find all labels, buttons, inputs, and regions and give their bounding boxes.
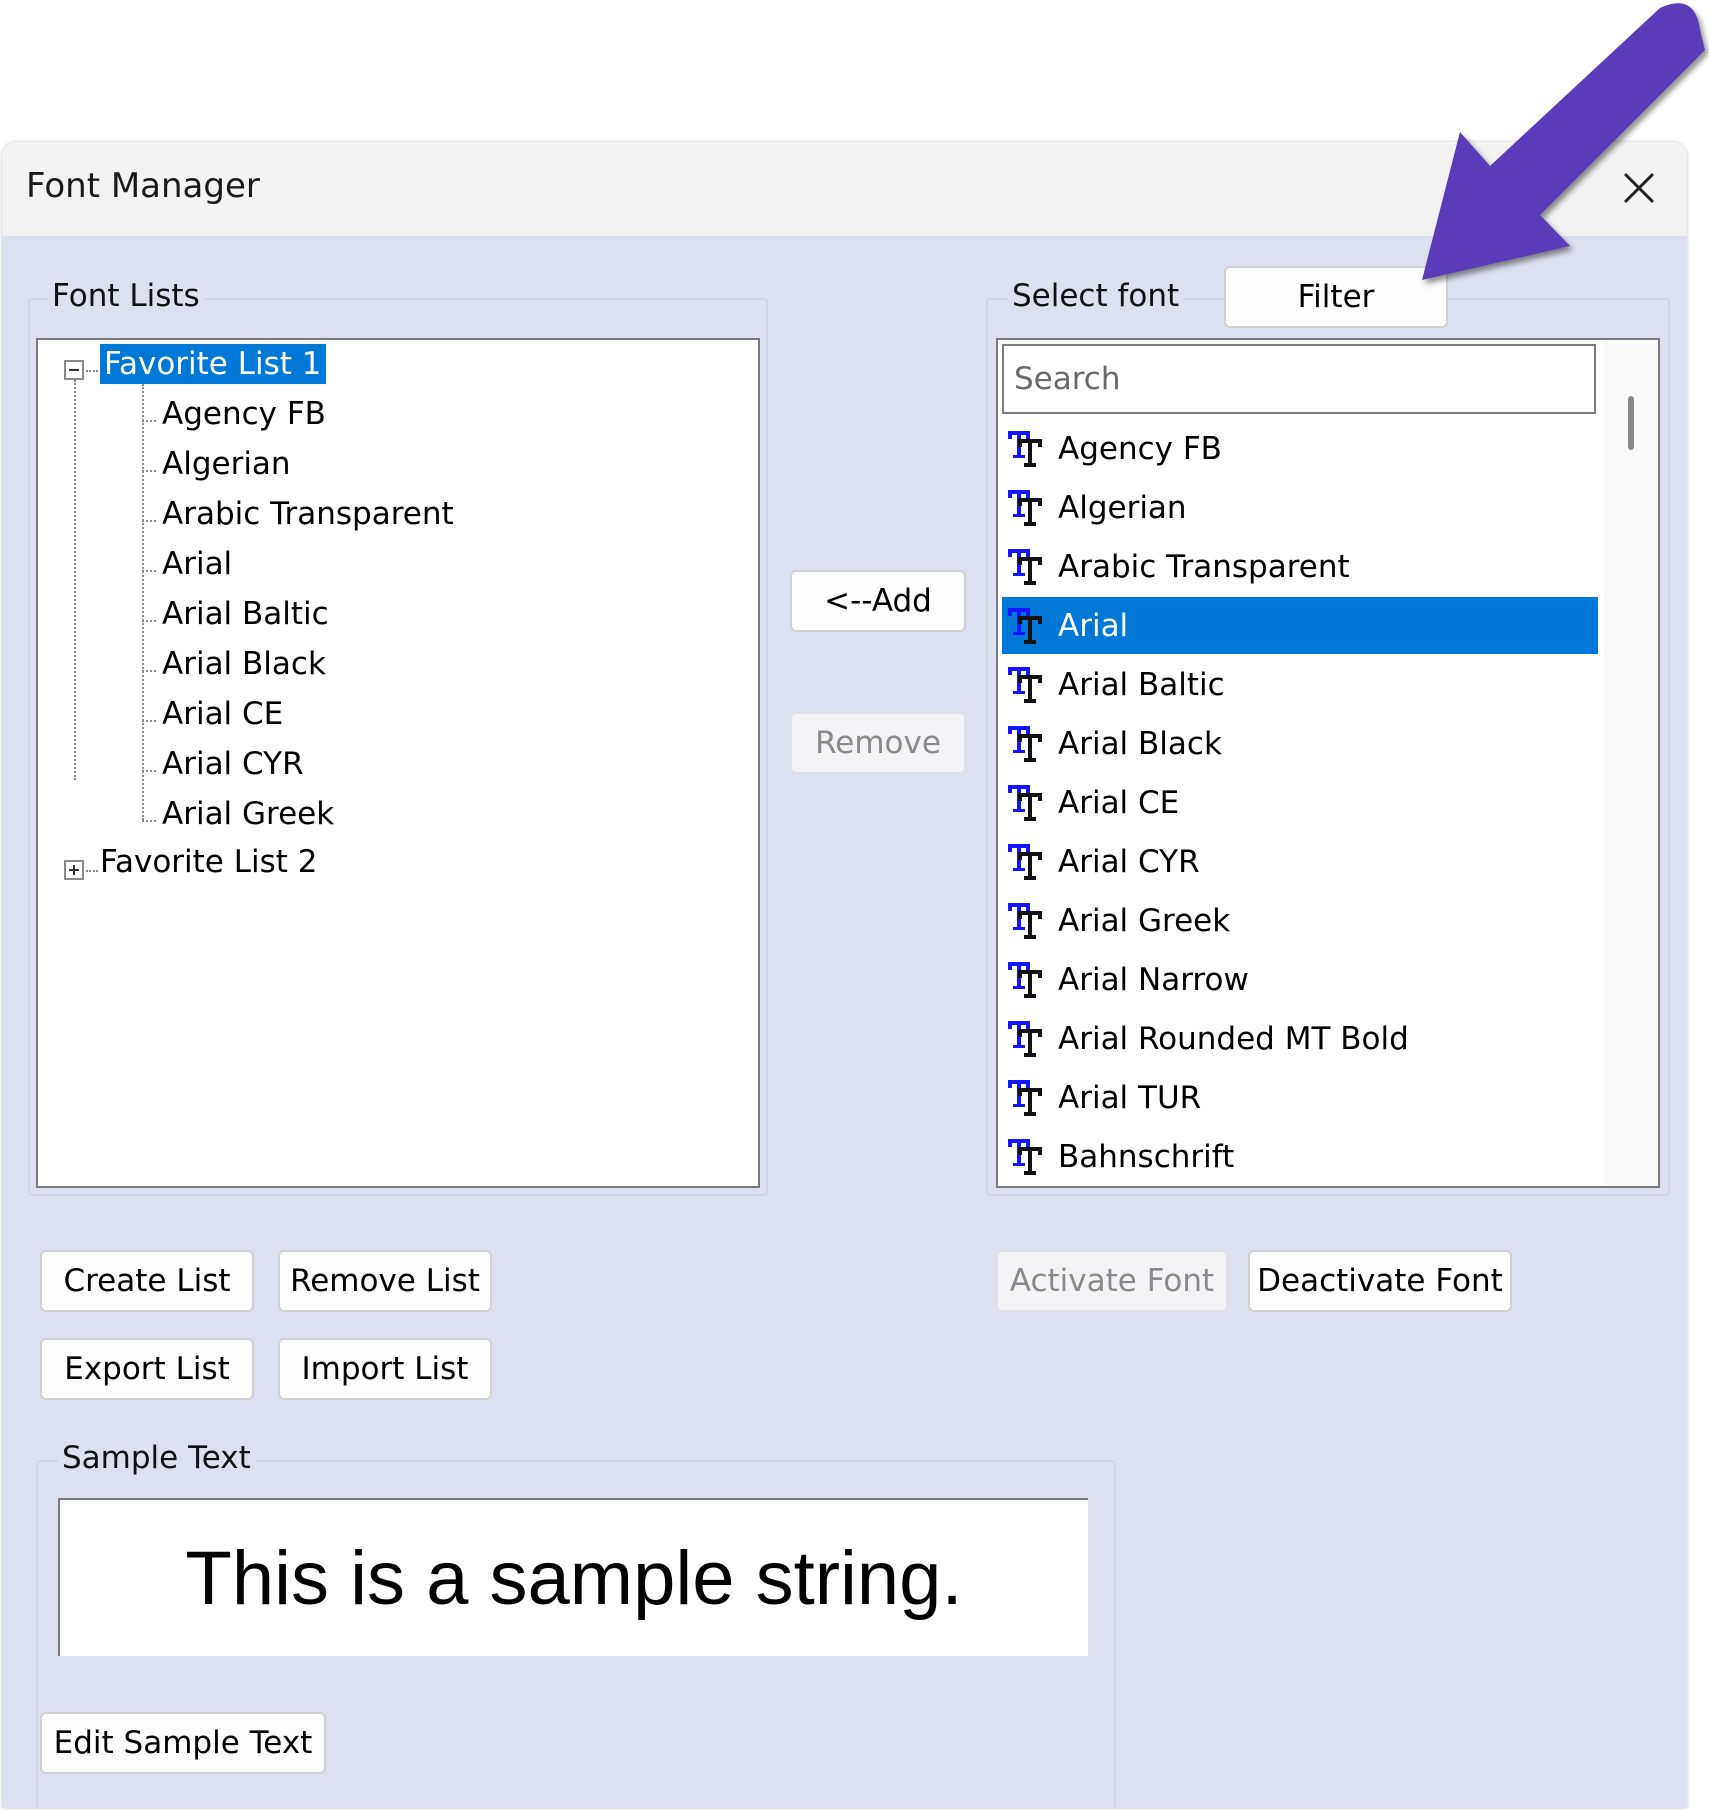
tree-connector (142, 520, 156, 522)
tree-connector (86, 370, 98, 372)
import-list-button[interactable]: Import List (278, 1338, 492, 1400)
font-list-item[interactable]: Arial TUR (1002, 1069, 1598, 1126)
tree-connector (142, 384, 144, 820)
tree-item-font[interactable]: Algerian (162, 446, 291, 482)
font-list-item[interactable]: Agency FB (1002, 420, 1598, 477)
tree-item-font[interactable]: Arial Black (162, 646, 326, 682)
truetype-font-icon (1008, 843, 1042, 880)
font-list-item[interactable]: Arial CE (1002, 774, 1598, 831)
font-list-item[interactable]: Arial Greek (1002, 892, 1598, 949)
remove-list-button[interactable]: Remove List (278, 1250, 492, 1312)
tree-node-list[interactable]: Favorite List 2 (100, 844, 318, 880)
font-list-item[interactable]: Arabic Transparent (1002, 538, 1598, 595)
tree-connector (142, 720, 156, 722)
tree-connector (86, 870, 98, 872)
add-button[interactable]: <--Add (790, 570, 966, 632)
font-list-item-label: Arial (1058, 607, 1129, 644)
font-manager-window: Font Manager Font Lists Favorite List 1A… (2, 142, 1687, 1808)
font-list-item-label: Arial Black (1058, 725, 1222, 762)
search-input[interactable] (1002, 344, 1596, 414)
font-list-item-label: Arial Baltic (1058, 666, 1225, 703)
truetype-font-icon (1008, 489, 1042, 526)
font-list-item-label: Arial CE (1058, 784, 1180, 821)
truetype-font-icon (1008, 430, 1042, 467)
remove-button[interactable]: Remove (790, 712, 966, 774)
truetype-font-icon (1008, 902, 1042, 939)
font-list-item-label: Algerian (1058, 489, 1187, 526)
export-list-button[interactable]: Export List (40, 1338, 254, 1400)
sample-text-preview: This is a sample string. (58, 1498, 1088, 1656)
font-list-item[interactable]: Algerian (1002, 479, 1598, 536)
truetype-font-icon (1008, 784, 1042, 821)
tree-node-list[interactable]: Favorite List 1 (100, 344, 326, 384)
font-list-item-label: Arial Narrow (1058, 961, 1249, 998)
tree-connector (74, 380, 76, 780)
font-list-item[interactable]: Arial CYR (1002, 833, 1598, 890)
annotation-arrow-icon (1422, 3, 1705, 281)
tree-item-font[interactable]: Arial Greek (162, 796, 334, 832)
font-list-item-label: Arial Greek (1058, 902, 1231, 939)
tree-item-font[interactable]: Arial (162, 546, 232, 582)
tree-connector (142, 470, 156, 472)
truetype-font-icon (1008, 725, 1042, 762)
tree-item-font[interactable]: Arabic Transparent (162, 496, 454, 532)
tree-item-font[interactable]: Arial CE (162, 696, 283, 732)
tree-connector (142, 770, 156, 772)
tree-connector (142, 420, 156, 422)
truetype-font-icon (1008, 607, 1042, 644)
font-list-item-label: Arial CYR (1058, 843, 1200, 880)
font-listbox[interactable]: Agency FB Algerian Arabic Transparent Arial… (996, 338, 1660, 1188)
tree-connector (142, 570, 156, 572)
font-list-item[interactable]: Arial Rounded MT Bold (1002, 1010, 1598, 1067)
truetype-font-icon (1008, 1079, 1042, 1116)
font-list-item[interactable]: Bahnschrift (1002, 1128, 1598, 1185)
truetype-font-icon (1008, 961, 1042, 998)
font-lists-tree[interactable]: Favorite List 1 Agency FB Algerian Arabic T… (36, 338, 760, 1188)
font-list-item[interactable]: Arial Baltic (1002, 656, 1598, 713)
edit-sample-text-button[interactable]: Edit Sample Text (40, 1712, 326, 1774)
create-list-button[interactable]: Create List (40, 1250, 254, 1312)
truetype-font-icon (1008, 666, 1042, 703)
collapse-icon[interactable] (64, 360, 84, 380)
font-list-item-label: Arabic Transparent (1058, 548, 1350, 585)
font-list-item-label: Agency FB (1058, 430, 1222, 467)
font-list-item[interactable]: Arial (1002, 597, 1598, 654)
listbox-scrollbar[interactable] (1604, 340, 1658, 1186)
truetype-font-icon (1008, 548, 1042, 585)
deactivate-font-button[interactable]: Deactivate Font (1248, 1250, 1512, 1312)
font-list-item-label: Bahnschrift (1058, 1138, 1235, 1175)
font-list-item-label: Arial TUR (1058, 1079, 1202, 1116)
tree-item-font[interactable]: Arial Baltic (162, 596, 329, 632)
font-list-item[interactable]: Arial Black (1002, 715, 1598, 772)
tree-connector (142, 820, 156, 822)
truetype-font-icon (1008, 1020, 1042, 1057)
scrollbar-thumb[interactable] (1628, 396, 1634, 450)
sample-text-label: Sample Text (58, 1440, 255, 1476)
tree-item-font[interactable]: Arial CYR (162, 746, 304, 782)
font-list-item[interactable]: Arial Narrow (1002, 951, 1598, 1008)
truetype-font-icon (1008, 1138, 1042, 1175)
tree-item-font[interactable]: Agency FB (162, 396, 326, 432)
tree-connector (142, 620, 156, 622)
activate-font-button[interactable]: Activate Font (996, 1250, 1228, 1312)
font-list-item-label: Arial Rounded MT Bold (1058, 1020, 1409, 1057)
expand-icon[interactable] (64, 860, 84, 880)
tree-connector (142, 670, 156, 672)
